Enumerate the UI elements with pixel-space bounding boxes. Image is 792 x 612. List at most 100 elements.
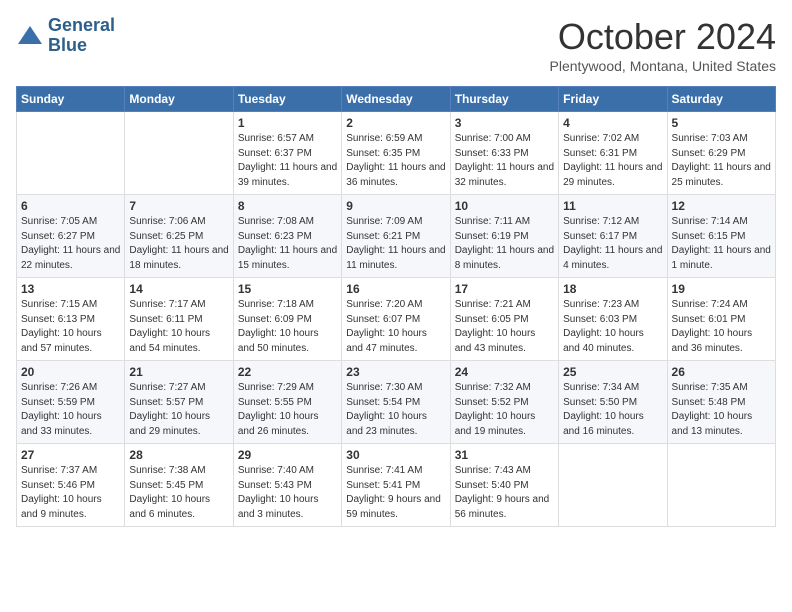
calendar-cell: 24Sunrise: 7:32 AMSunset: 5:52 PMDayligh… — [450, 361, 558, 444]
day-number: 29 — [238, 448, 337, 462]
day-info: Sunrise: 7:23 AMSunset: 6:03 PMDaylight:… — [563, 298, 662, 356]
location: Plentywood, Montana, United States — [550, 58, 776, 74]
calendar-cell: 27 Sunrise: 7:37 AMSunset: 5:46 PMDayligh… — [17, 444, 125, 527]
day-number: 19 — [672, 282, 771, 296]
week-row-3: 13 Sunrise: 7:15 AMSunset: 6:13 PMDayligh… — [17, 278, 776, 361]
week-row-4: 20 Sunrise: 7:26 AMSunset: 5:59 PMDayligh… — [17, 361, 776, 444]
day-number: 13 — [21, 282, 120, 296]
calendar-cell: 12 Sunrise: 7:14 AMSunset: 6:15 PMDayligh… — [667, 195, 775, 278]
day-header-tuesday: Tuesday — [233, 87, 341, 112]
day-number: 6 — [21, 199, 120, 213]
day-info: Sunrise: 6:57 AMSunset: 6:37 PMDaylight:… — [238, 132, 337, 190]
day-info: Sunrise: 6:59 AMSunset: 6:35 PMDaylight:… — [346, 132, 445, 190]
day-number: 17 — [455, 282, 554, 296]
calendar-cell: 6Sunrise: 7:05 AMSunset: 6:27 PMDaylight… — [17, 195, 125, 278]
day-number: 15 — [238, 282, 337, 296]
day-info: Sunrise: 7:24 AMSunset: 6:01 PMDaylight:… — [672, 298, 771, 356]
page-header: General Blue October 2024 Plentywood, Mo… — [16, 16, 776, 74]
day-info: Sunrise: 7:37 AMSunset: 5:46 PMDaylight:… — [21, 464, 120, 522]
calendar-cell: 19 Sunrise: 7:24 AMSunset: 6:01 PMDayligh… — [667, 278, 775, 361]
day-info: Sunrise: 7:32 AMSunset: 5:52 PMDaylight:… — [455, 381, 554, 439]
calendar-cell: 22 Sunrise: 7:29 AMSunset: 5:55 PMDayligh… — [233, 361, 341, 444]
day-header-wednesday: Wednesday — [342, 87, 450, 112]
day-info: Sunrise: 7:26 AMSunset: 5:59 PMDaylight:… — [21, 381, 120, 439]
day-number: 23 — [346, 365, 445, 379]
calendar-cell: 17 Sunrise: 7:21 AMSunset: 6:05 PMDayligh… — [450, 278, 558, 361]
day-number: 4 — [563, 116, 662, 130]
day-info: Sunrise: 7:15 AMSunset: 6:13 PMDaylight:… — [21, 298, 120, 356]
logo: General Blue — [16, 16, 115, 56]
day-info: Sunrise: 7:08 AMSunset: 6:23 PMDaylight:… — [238, 215, 337, 273]
calendar-cell: 14 Sunrise: 7:17 AMSunset: 6:11 PMDayligh… — [125, 278, 233, 361]
calendar-cell — [17, 112, 125, 195]
calendar-cell: 18Sunrise: 7:23 AMSunset: 6:03 PMDayligh… — [559, 278, 667, 361]
day-number: 14 — [129, 282, 228, 296]
day-number: 10 — [455, 199, 554, 213]
day-number: 1 — [238, 116, 337, 130]
day-info: Sunrise: 7:09 AMSunset: 6:21 PMDaylight:… — [346, 215, 445, 273]
calendar-cell: 10 Sunrise: 7:11 AMSunset: 6:19 PMDayligh… — [450, 195, 558, 278]
calendar-table: SundayMondayTuesdayWednesdayThursdayFrid… — [16, 86, 776, 527]
calendar-cell — [667, 444, 775, 527]
day-info: Sunrise: 7:17 AMSunset: 6:11 PMDaylight:… — [129, 298, 228, 356]
day-info: Sunrise: 7:12 AMSunset: 6:17 PMDaylight:… — [563, 215, 662, 273]
day-header-monday: Monday — [125, 87, 233, 112]
week-row-1: 1 Sunrise: 6:57 AMSunset: 6:37 PMDaylight… — [17, 112, 776, 195]
calendar-cell: 20 Sunrise: 7:26 AMSunset: 5:59 PMDayligh… — [17, 361, 125, 444]
day-info: Sunrise: 7:20 AMSunset: 6:07 PMDaylight:… — [346, 298, 445, 356]
logo-line2: Blue — [48, 36, 115, 56]
calendar-cell — [559, 444, 667, 527]
day-info: Sunrise: 7:03 AMSunset: 6:29 PMDaylight:… — [672, 132, 771, 190]
day-info: Sunrise: 7:29 AMSunset: 5:55 PMDaylight:… — [238, 381, 337, 439]
day-info: Sunrise: 7:41 AMSunset: 5:41 PMDaylight:… — [346, 464, 445, 522]
calendar-cell: 1 Sunrise: 6:57 AMSunset: 6:37 PMDaylight… — [233, 112, 341, 195]
day-number: 21 — [129, 365, 228, 379]
week-row-2: 6Sunrise: 7:05 AMSunset: 6:27 PMDaylight… — [17, 195, 776, 278]
calendar-cell: 3Sunrise: 7:00 AMSunset: 6:33 PMDaylight… — [450, 112, 558, 195]
calendar-cell: 5 Sunrise: 7:03 AMSunset: 6:29 PMDaylight… — [667, 112, 775, 195]
logo-icon — [16, 22, 44, 50]
calendar-cell: 13 Sunrise: 7:15 AMSunset: 6:13 PMDayligh… — [17, 278, 125, 361]
day-info: Sunrise: 7:27 AMSunset: 5:57 PMDaylight:… — [129, 381, 228, 439]
day-header-saturday: Saturday — [667, 87, 775, 112]
day-info: Sunrise: 7:14 AMSunset: 6:15 PMDaylight:… — [672, 215, 771, 273]
title-block: October 2024 Plentywood, Montana, United… — [550, 16, 776, 74]
calendar-cell: 4 Sunrise: 7:02 AMSunset: 6:31 PMDaylight… — [559, 112, 667, 195]
day-number: 8 — [238, 199, 337, 213]
day-number: 30 — [346, 448, 445, 462]
day-info: Sunrise: 7:40 AMSunset: 5:43 PMDaylight:… — [238, 464, 337, 522]
calendar-cell — [125, 112, 233, 195]
day-number: 7 — [129, 199, 228, 213]
day-number: 5 — [672, 116, 771, 130]
day-info: Sunrise: 7:11 AMSunset: 6:19 PMDaylight:… — [455, 215, 554, 273]
day-number: 11 — [563, 199, 662, 213]
day-number: 2 — [346, 116, 445, 130]
day-number: 20 — [21, 365, 120, 379]
calendar-cell: 8 Sunrise: 7:08 AMSunset: 6:23 PMDaylight… — [233, 195, 341, 278]
calendar-cell: 9 Sunrise: 7:09 AMSunset: 6:21 PMDaylight… — [342, 195, 450, 278]
day-info: Sunrise: 7:21 AMSunset: 6:05 PMDaylight:… — [455, 298, 554, 356]
day-header-friday: Friday — [559, 87, 667, 112]
day-info: Sunrise: 7:02 AMSunset: 6:31 PMDaylight:… — [563, 132, 662, 190]
week-row-5: 27 Sunrise: 7:37 AMSunset: 5:46 PMDayligh… — [17, 444, 776, 527]
calendar-cell: 21 Sunrise: 7:27 AMSunset: 5:57 PMDayligh… — [125, 361, 233, 444]
day-info: Sunrise: 7:35 AMSunset: 5:48 PMDaylight:… — [672, 381, 771, 439]
day-number: 22 — [238, 365, 337, 379]
day-number: 12 — [672, 199, 771, 213]
day-info: Sunrise: 7:06 AMSunset: 6:25 PMDaylight:… — [129, 215, 228, 273]
day-info: Sunrise: 7:30 AMSunset: 5:54 PMDaylight:… — [346, 381, 445, 439]
logo-text: General Blue — [48, 16, 115, 56]
calendar-body: 1 Sunrise: 6:57 AMSunset: 6:37 PMDaylight… — [17, 112, 776, 527]
month-title: October 2024 — [550, 16, 776, 58]
day-number: 27 — [21, 448, 120, 462]
day-info: Sunrise: 7:18 AMSunset: 6:09 PMDaylight:… — [238, 298, 337, 356]
day-header-sunday: Sunday — [17, 87, 125, 112]
logo-line1: General — [48, 16, 115, 36]
calendar-cell: 7 Sunrise: 7:06 AMSunset: 6:25 PMDaylight… — [125, 195, 233, 278]
calendar-cell: 11 Sunrise: 7:12 AMSunset: 6:17 PMDayligh… — [559, 195, 667, 278]
day-number: 16 — [346, 282, 445, 296]
day-number: 9 — [346, 199, 445, 213]
calendar-cell: 25Sunrise: 7:34 AMSunset: 5:50 PMDayligh… — [559, 361, 667, 444]
calendar-cell: 29 Sunrise: 7:40 AMSunset: 5:43 PMDayligh… — [233, 444, 341, 527]
day-number: 31 — [455, 448, 554, 462]
